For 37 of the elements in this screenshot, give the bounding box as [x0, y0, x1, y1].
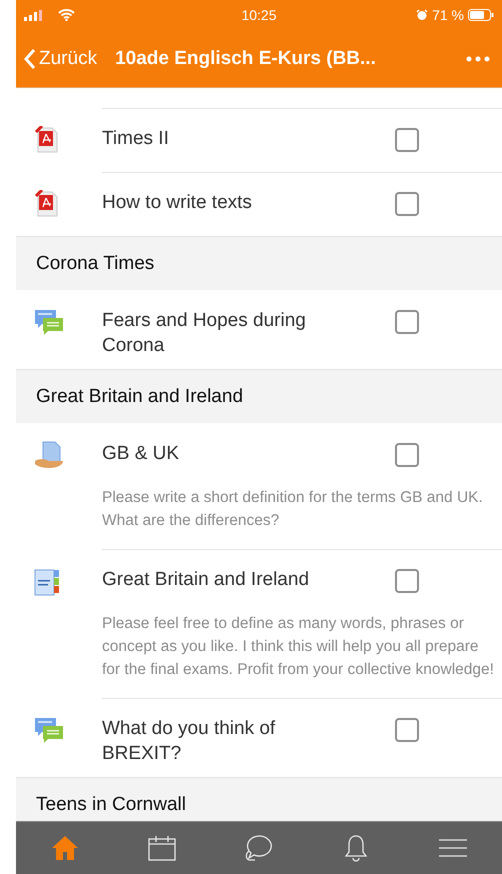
activity-title[interactable]: GB & UK	[102, 441, 357, 466]
more-icon[interactable]	[466, 56, 490, 62]
section-heading: Teens in Cornwall	[16, 777, 502, 821]
section-heading: Great Britain and Ireland	[16, 369, 502, 423]
activity-title[interactable]: What do you think of BREXIT?	[102, 716, 357, 766]
chevron-icon	[24, 48, 36, 70]
course-title: 10ade Englisch E-Kurs (BB...	[115, 48, 376, 70]
chat-bubbles-icon	[34, 716, 64, 746]
battery-icon	[468, 9, 494, 21]
calendar-icon[interactable]	[148, 835, 176, 861]
completion-checkbox[interactable]	[395, 569, 419, 593]
dictionary-icon	[34, 567, 60, 597]
alarm-icon	[416, 9, 428, 21]
completion-checkbox[interactable]	[395, 310, 419, 334]
completion-checkbox[interactable]	[395, 718, 419, 742]
activity-title[interactable]: How to write texts	[102, 190, 357, 215]
pdf-file-icon	[34, 126, 60, 154]
section-heading: Corona Times	[16, 236, 502, 290]
chat-bubbles-icon	[34, 308, 64, 338]
hand-document-icon	[34, 441, 64, 471]
activity-description: Please write a short definition for the terms GB and UK. What are the differences?	[102, 488, 484, 531]
activity-title[interactable]: Fears and Hopes during Corona	[102, 308, 357, 358]
pdf-file-icon	[34, 190, 60, 218]
status-time: 10:25	[241, 7, 277, 23]
chat-icon[interactable]	[244, 834, 274, 862]
home-icon[interactable]	[50, 835, 79, 861]
signal-icon	[24, 10, 44, 20]
completion-checkbox[interactable]	[395, 192, 419, 216]
activity-title[interactable]: Times II	[102, 126, 357, 151]
battery-percent: 71 %	[432, 7, 464, 23]
activity-title[interactable]: Great Britain and Ireland	[102, 567, 357, 592]
completion-checkbox[interactable]	[395, 443, 419, 467]
wifi-icon	[58, 9, 75, 21]
activity-description: Please feel free to define as many words, phrases or concept as you like. I think this will help you all prepare for the final exams. Profit from your collective knowledge!	[102, 614, 494, 680]
menu-icon[interactable]	[439, 838, 468, 858]
completion-checkbox[interactable]	[395, 128, 419, 152]
bell-icon[interactable]	[344, 834, 368, 862]
